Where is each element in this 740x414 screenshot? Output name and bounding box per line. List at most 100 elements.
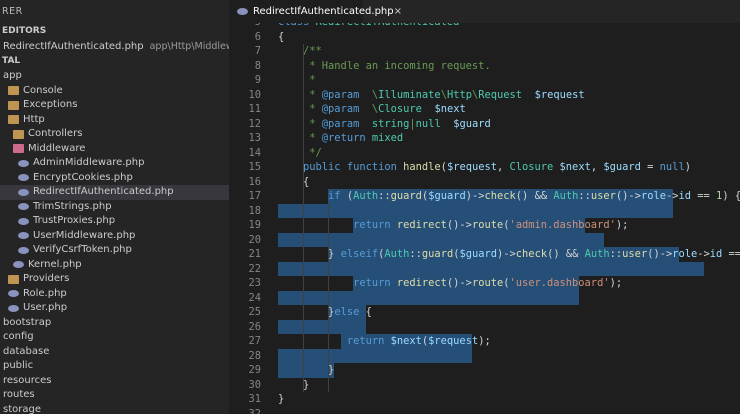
- code-line[interactable]: * @param \Illuminate\Http\Request $reque…: [278, 88, 585, 103]
- close-icon[interactable]: ×: [394, 6, 402, 17]
- code-line[interactable]: {: [278, 175, 309, 190]
- code-line[interactable]: }: [278, 363, 334, 378]
- code-line[interactable]: public function handle($request, Closure…: [278, 160, 691, 175]
- code-token: *: [278, 74, 316, 86]
- line-number: 10: [248, 88, 261, 101]
- tree-file[interactable]: User.php: [0, 301, 229, 316]
- tree-folder[interactable]: Console: [0, 84, 229, 99]
- tree-file[interactable]: EncryptCookies.php: [0, 171, 229, 186]
- code-token: $request: [534, 88, 585, 101]
- folder-icon: [8, 86, 19, 96]
- code-token: ()->: [647, 248, 673, 260]
- text-selection: [278, 261, 705, 276]
- tree-file[interactable]: UserMiddleware.php: [0, 229, 229, 244]
- code-token: ()->: [446, 219, 472, 231]
- code-line[interactable]: * Handle an incoming request.: [278, 59, 490, 74]
- tree-file[interactable]: Role.php: [0, 287, 229, 302]
- line-number: 13: [248, 132, 261, 144]
- code-line[interactable]: }: [278, 378, 309, 393]
- code-token: @param: [321, 88, 360, 101]
- code-line[interactable]: *: [278, 73, 316, 88]
- line-number: 7: [254, 45, 261, 57]
- tree-file[interactable]: TrustProxies.php: [0, 214, 229, 229]
- open-editor-item[interactable]: RedirectIfAuthenticated.php app\Http\Mid…: [0, 39, 229, 54]
- php-file-icon: [18, 188, 29, 196]
- tree-item-label: Role.php: [23, 287, 67, 299]
- open-editor-path: app\Http\Middleware: [149, 41, 229, 52]
- code-line[interactable]: * @return mixed: [278, 131, 403, 146]
- code-line[interactable]: if (Auth::guard($guard)->check() && Auth…: [278, 189, 740, 204]
- code-token: ->: [697, 248, 710, 260]
- code-token: mixed: [371, 132, 404, 144]
- code-line[interactable]: class RedirectIfAuthenticated: [278, 23, 459, 30]
- open-editor-name: RedirectIfAuthenticated.php: [3, 41, 144, 52]
- code-line[interactable]: */: [278, 146, 322, 161]
- code-token: @param: [321, 117, 360, 130]
- tab-redirectifauthenticated[interactable]: RedirectIfAuthenticated.php ×: [229, 0, 402, 23]
- code-token: {: [359, 306, 372, 318]
- tree-file[interactable]: TrimStrings.php: [0, 200, 229, 215]
- code-area[interactable]: 5class RedirectIfAuthenticated6{7 /**8 *…: [229, 23, 740, 414]
- code-token: }: [278, 393, 285, 405]
- code-line[interactable]: }: [278, 392, 284, 407]
- php-file-icon: [18, 203, 29, 211]
- code-token: $guard: [453, 117, 491, 130]
- line-number: 9: [254, 74, 261, 86]
- code-line[interactable]: * @param string|null $guard: [278, 117, 491, 132]
- code-token: Illuminate: [378, 88, 441, 101]
- code-token: *: [278, 132, 322, 144]
- tree-file[interactable]: VerifyCsrfToken.php: [0, 243, 229, 258]
- line-number: 26: [248, 320, 261, 333]
- project-header[interactable]: TAL: [0, 54, 229, 69]
- code-line[interactable]: } elseif(Auth::guard($guard)->check() &&…: [278, 247, 740, 262]
- code-token: $guard: [428, 190, 466, 202]
- tree-folder[interactable]: Controllers: [0, 127, 229, 142]
- code-line[interactable]: * @param \Closure $next: [278, 102, 465, 117]
- tree-item-label: VerifyCsrfToken.php: [33, 244, 132, 255]
- tree-folder[interactable]: storage: [0, 403, 229, 414]
- tree-item-label: Providers: [23, 273, 70, 284]
- code-line[interactable]: return redirect()->route('admin.dashboar…: [278, 218, 628, 233]
- code-line[interactable]: {: [278, 30, 284, 45]
- tree-folder[interactable]: Exceptions: [0, 98, 229, 113]
- code-token: else: [334, 306, 360, 318]
- line-number: 12: [248, 117, 261, 130]
- tree-file[interactable]: AdminMiddleware.php: [0, 156, 229, 171]
- line-number: 31: [248, 393, 261, 405]
- tree-file[interactable]: Kernel.php: [0, 258, 229, 273]
- code-token: user: [590, 190, 616, 202]
- tree-folder[interactable]: Http: [0, 113, 229, 128]
- tree-folder[interactable]: routes: [0, 388, 229, 403]
- code-token: $request: [428, 335, 479, 347]
- line-number: 17: [248, 190, 261, 202]
- tree-folder[interactable]: public: [0, 359, 229, 374]
- open-editors-header[interactable]: EDITORS: [0, 24, 229, 39]
- tree-folder[interactable]: Providers: [0, 272, 229, 287]
- code-token: \: [359, 88, 379, 101]
- tree-item-label: database: [3, 345, 50, 357]
- tree-folder[interactable]: config: [0, 330, 229, 345]
- code-token: $next: [390, 335, 422, 347]
- code-token: Auth: [584, 248, 610, 260]
- tree-folder[interactable]: app: [0, 69, 229, 84]
- tree-folder[interactable]: Middleware: [0, 142, 229, 157]
- tree-folder[interactable]: bootstrap: [0, 316, 229, 331]
- code-token: if: [278, 190, 347, 202]
- tree-folder[interactable]: resources: [0, 374, 229, 389]
- code-token: null: [659, 161, 685, 173]
- code-line[interactable]: return $next($request);: [278, 334, 491, 349]
- code-token: ==: [691, 190, 717, 202]
- code-line[interactable]: return redirect()->route('user.dashboard…: [278, 276, 622, 291]
- code-token: 'admin.dashboard': [509, 219, 616, 231]
- code-line[interactable]: /**: [278, 44, 322, 59]
- text-selection: [278, 203, 673, 218]
- tree-item-label: AdminMiddleware.php: [33, 157, 145, 168]
- code-token: =: [640, 161, 660, 173]
- code-line[interactable]: }else {: [278, 305, 372, 320]
- text-selection: [278, 232, 605, 247]
- code-token: elseif: [340, 248, 379, 260]
- tree-item-label: Http: [23, 113, 45, 125]
- tree-folder[interactable]: database: [0, 345, 229, 360]
- tree-file[interactable]: RedirectIfAuthenticated.php: [0, 185, 229, 200]
